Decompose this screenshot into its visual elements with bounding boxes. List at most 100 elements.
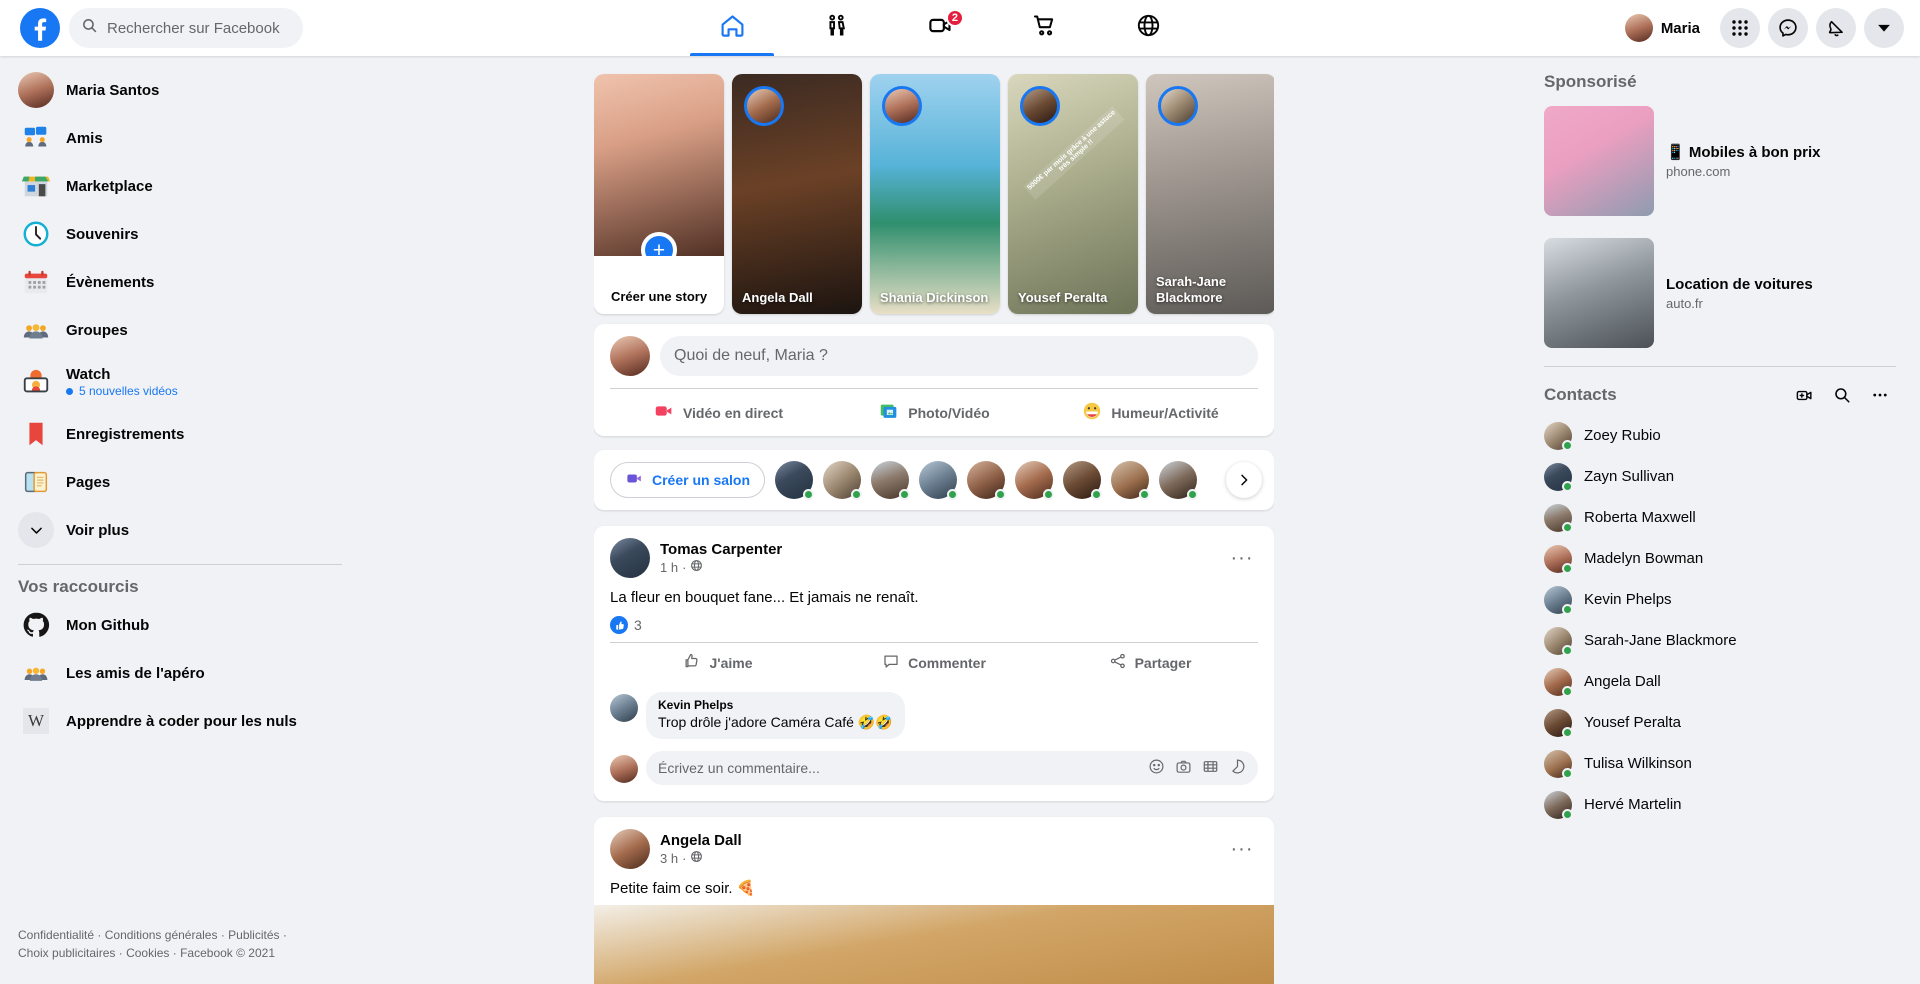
sidebar-item-label: Évènements — [66, 273, 155, 291]
sidebar-item-amis[interactable]: Amis — [10, 116, 352, 160]
contact-item[interactable]: Angela Dall — [1536, 661, 1904, 702]
post-reactions[interactable]: 3 — [594, 614, 1274, 642]
gif-icon[interactable] — [1202, 758, 1219, 778]
footer-link-ads[interactable]: Publicités — [228, 928, 279, 942]
nav-tab-friends[interactable] — [784, 0, 888, 56]
comment-label: Commenter — [908, 654, 986, 671]
post-author-avatar[interactable] — [610, 829, 650, 869]
comment-author-name[interactable]: Kevin Phelps — [658, 698, 893, 712]
contact-item[interactable]: Hervé Martelin — [1536, 784, 1904, 825]
post-author-avatar[interactable] — [610, 538, 650, 578]
sidebar-item-watch[interactable]: Watch 5 nouvelles vidéos — [10, 356, 352, 408]
camera-icon[interactable] — [1175, 758, 1192, 778]
account-chevron-down-icon[interactable] — [1864, 8, 1904, 48]
contact-item[interactable]: Zoey Rubio — [1536, 415, 1904, 456]
contact-item[interactable]: Kevin Phelps — [1536, 579, 1904, 620]
room-contact-avatar[interactable] — [1159, 461, 1199, 500]
footer-link-ad-choices[interactable]: Choix publicitaires — [18, 946, 115, 960]
room-contact-avatar[interactable] — [775, 461, 815, 500]
footer-link-terms[interactable]: Conditions générales — [105, 928, 218, 942]
sidebar-item-label: Souvenirs — [66, 225, 139, 243]
room-contact-avatar[interactable] — [1063, 461, 1103, 500]
contacts-title: Contacts — [1544, 385, 1617, 404]
watch-new-videos-badge: 5 nouvelles vidéos — [66, 384, 178, 398]
calendar-icon — [18, 264, 54, 300]
nav-tab-watch[interactable]: 2 — [888, 0, 992, 56]
nav-tab-home[interactable] — [680, 0, 784, 56]
room-contact-avatar[interactable] — [823, 461, 863, 500]
search-box[interactable] — [69, 8, 303, 48]
contact-item[interactable]: Zayn Sullivan — [1536, 456, 1904, 497]
shortcut-item-wikipedia[interactable]: W Apprendre à coder pour les nuls — [10, 699, 352, 743]
contact-avatar — [1544, 626, 1573, 656]
sidebar-item-pages[interactable]: Pages — [10, 460, 352, 504]
photo-video-button[interactable]: Photo/Vidéo — [826, 389, 1042, 436]
news-feed: + Créer une story Angela Dall Shania Dic… — [594, 56, 1274, 984]
contact-item[interactable]: Madelyn Bowman — [1536, 538, 1904, 579]
sidebar-item-evenements[interactable]: Évènements — [10, 260, 352, 304]
footer-link-cookies[interactable]: Cookies — [126, 946, 169, 960]
composer-avatar[interactable] — [610, 336, 650, 376]
ad-thumbnail — [1544, 238, 1654, 348]
room-contact-avatar[interactable] — [1015, 461, 1055, 500]
sidebar-item-voir-plus[interactable]: Voir plus — [10, 508, 352, 552]
photo-video-icon — [878, 400, 900, 425]
room-contact-avatar[interactable] — [919, 461, 959, 500]
new-video-room-icon[interactable] — [1788, 379, 1820, 411]
sidebar-item-marketplace[interactable]: Marketplace — [10, 164, 352, 208]
rooms-next-button[interactable] — [1226, 462, 1262, 498]
notifications-bell-icon[interactable] — [1816, 8, 1856, 48]
create-room-button[interactable]: Créer un salon — [610, 462, 766, 498]
sidebar-item-label: Pages — [66, 473, 111, 491]
sponsored-ad[interactable]: Location de voitures auto.fr — [1536, 230, 1904, 356]
more-options-icon[interactable]: ··· — [1226, 833, 1258, 865]
contact-avatar — [1544, 421, 1573, 451]
sidebar-item-souvenirs[interactable]: Souvenirs — [10, 212, 352, 256]
story-card[interactable]: Sarah-Jane Blackmore — [1146, 74, 1274, 314]
rooms-tray: Créer un salon — [594, 450, 1274, 510]
comment-button[interactable]: Commenter — [826, 643, 1042, 682]
like-button[interactable]: J'aime — [610, 643, 826, 682]
room-contact-avatar[interactable] — [871, 461, 911, 500]
facebook-logo-icon[interactable] — [20, 8, 60, 48]
nav-tab-groups[interactable] — [1096, 0, 1200, 56]
shortcut-item-github[interactable]: Mon Github — [10, 603, 352, 647]
more-options-icon[interactable]: ··· — [1226, 542, 1258, 574]
comment-author-avatar[interactable] — [610, 694, 638, 722]
contact-item[interactable]: Roberta Maxwell — [1536, 497, 1904, 538]
grid-menu-icon[interactable] — [1720, 8, 1760, 48]
contact-item[interactable]: Tulisa Wilkinson — [1536, 743, 1904, 784]
contact-item[interactable]: Yousef Peralta — [1536, 702, 1904, 743]
sticker-icon[interactable] — [1229, 758, 1246, 778]
share-button[interactable]: Partager — [1042, 643, 1258, 682]
create-story-card[interactable]: + Créer une story — [594, 74, 724, 314]
feeling-activity-button[interactable]: Humeur/Activité — [1042, 389, 1258, 436]
search-input[interactable] — [107, 19, 287, 37]
room-contact-avatar[interactable] — [967, 461, 1007, 500]
shortcut-item-apero[interactable]: Les amis de l'apéro — [10, 651, 352, 695]
sidebar-item-enregistrements[interactable]: Enregistrements — [10, 412, 352, 456]
emoji-icon[interactable] — [1148, 758, 1165, 778]
nav-tab-marketplace[interactable] — [992, 0, 1096, 56]
post-author-name[interactable]: Angela Dall — [660, 832, 742, 849]
story-card[interactable]: 5000€ par mois grâce à une astuce très s… — [1008, 74, 1138, 314]
profile-shortcut[interactable]: Maria — [1621, 10, 1712, 46]
sidebar-item-groupes[interactable]: Groupes — [10, 308, 352, 352]
story-card[interactable]: Shania Dickinson — [870, 74, 1000, 314]
room-contact-avatar[interactable] — [1111, 461, 1151, 500]
post-image[interactable] — [594, 905, 1274, 984]
composer-input[interactable]: Quoi de neuf, Maria ? — [660, 336, 1258, 376]
messenger-icon[interactable] — [1768, 8, 1808, 48]
footer-link-privacy[interactable]: Confidentialité — [18, 928, 94, 942]
sidebar-item-profile[interactable]: Maria Santos — [10, 68, 352, 112]
story-card[interactable]: Angela Dall — [732, 74, 862, 314]
search-icon — [81, 17, 98, 39]
comment-input[interactable]: Écrivez un commentaire... — [646, 751, 1258, 785]
contact-item[interactable]: Sarah-Jane Blackmore — [1536, 620, 1904, 661]
live-video-button[interactable]: Vidéo en direct — [610, 389, 826, 436]
more-options-icon[interactable] — [1864, 379, 1896, 411]
post-text: La fleur en bouquet fane... Et jamais ne… — [610, 589, 919, 606]
post-author-name[interactable]: Tomas Carpenter — [660, 541, 782, 558]
search-icon[interactable] — [1826, 379, 1858, 411]
sponsored-ad[interactable]: 📱 Mobiles à bon prix phone.com — [1536, 98, 1904, 224]
